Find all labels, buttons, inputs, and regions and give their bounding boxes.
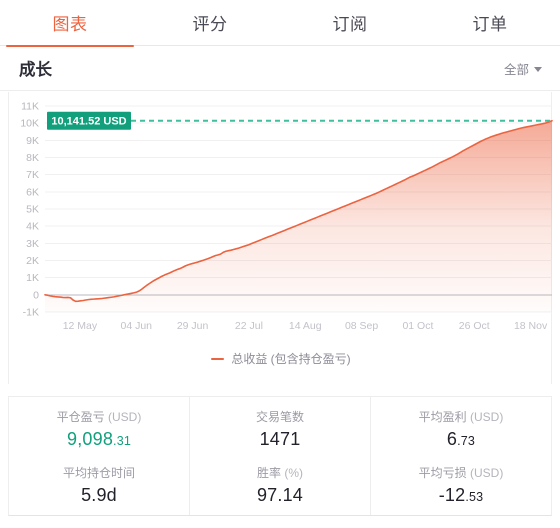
stat-closed-pnl-value: 9,098.31 [66, 428, 132, 449]
svg-text:08 Sep: 08 Sep [345, 320, 378, 332]
legend-label: 总收益 (包含持仓盈亏) [231, 352, 351, 366]
growth-chart-card: 11K 10K 9K 8K 7K 6K 5K 4K 3K 2K 1K 0 -1K 12 May 04 Jun… [8, 92, 553, 384]
stat-closed-pnl: 平仓盈亏 (USD) 9,098.31 [57, 408, 142, 452]
chevron-down-icon [534, 66, 542, 72]
stat-avg-loss-label: 平均亏损 (USD) [418, 466, 504, 480]
stat-avg-holding-time-value: 5.9d [81, 485, 117, 505]
stat-avg-holding-time: 平均持仓时间 5.9d [63, 464, 135, 508]
stat-win-rate: 胜率 (%) 97.14 [257, 464, 303, 508]
svg-text:10,141.52 USD: 10,141.52 USD [51, 116, 126, 128]
stat-avg-profit: 平均盈利 (USD) 6.73 [419, 408, 504, 452]
stat-trade-count-value: 1471 [259, 428, 301, 449]
stat-avg-loss: 平均亏损 (USD) -12.53 [419, 464, 504, 508]
svg-text:6K: 6K [26, 186, 39, 198]
svg-text:4K: 4K [26, 221, 39, 233]
period-filter-label: 全部 [503, 62, 529, 77]
svg-text:7K: 7K [26, 169, 39, 181]
stat-win-rate-label: 胜率 (%) [256, 466, 303, 480]
stat-trade-count: 交易笔数 1471 [256, 408, 304, 452]
svg-text:18 Nov: 18 Nov [514, 320, 548, 332]
tab-orders[interactable]: 订单 [420, 0, 560, 46]
tab-rating[interactable]: 评分 [140, 0, 280, 46]
svg-text:04 Jun: 04 Jun [120, 320, 152, 332]
stats-column-2: 交易笔数 1471 胜率 (%) 97.14 [189, 397, 370, 515]
svg-text:11K: 11K [21, 101, 39, 113]
growth-area-chart[interactable]: 11K 10K 9K 8K 7K 6K 5K 4K 3K 2K 1K 0 -1K 12 May 04 Jun… [9, 92, 553, 350]
stat-avg-profit-value: 6.73 [446, 428, 476, 449]
stat-avg-loss-value: -12.53 [438, 485, 484, 505]
svg-text:-1K: -1K [23, 307, 39, 319]
stats-column-1: 平仓盈亏 (USD) 9,098.31 平均持仓时间 5.9d [9, 397, 189, 515]
stat-closed-pnl-label: 平仓盈亏 (USD) [56, 409, 142, 424]
stat-avg-profit-label: 平均盈利 (USD) [418, 409, 504, 424]
svg-text:2K: 2K [26, 255, 39, 267]
tab-charts[interactable]: 图表 [0, 0, 140, 47]
growth-chart-panel: 图表 评分 订阅 订单 成长 全部 11K 10K 9K 8K 7K 6K 5K 4K 3K 2K… [0, 0, 560, 528]
statistics-panel: 平仓盈亏 (USD) 9,098.31 平均持仓时间 5.9d 交易笔数 147… [8, 396, 552, 516]
stat-avg-holding-time-label: 平均持仓时间 [62, 466, 135, 480]
tab-subscription[interactable]: 订阅 [280, 0, 420, 46]
svg-text:0: 0 [33, 289, 39, 301]
period-filter-dropdown[interactable]: 全部 [504, 59, 542, 78]
svg-text:26 Oct: 26 Oct [459, 320, 490, 332]
stat-win-rate-value: 97.14 [256, 485, 304, 505]
page-title: 成长 [19, 61, 52, 79]
tab-bar: 图表 评分 订阅 订单 [0, 0, 560, 47]
svg-text:10K: 10K [20, 118, 39, 130]
svg-text:1K: 1K [26, 272, 39, 284]
svg-text:22 Jul: 22 Jul [235, 320, 263, 332]
svg-text:9K: 9K [26, 135, 39, 147]
stats-column-3: 平均盈利 (USD) 6.73 平均亏损 (USD) -12.53 [370, 397, 551, 515]
stat-trade-count-label: 交易笔数 [255, 409, 304, 424]
tab-rating-label: 评分 [192, 15, 228, 34]
svg-text:14 Aug: 14 Aug [289, 320, 322, 332]
tab-orders-label: 订单 [472, 15, 508, 34]
section-header: 成长 全部 [0, 46, 560, 91]
tab-charts-label: 图表 [52, 15, 88, 34]
svg-text:01 Oct: 01 Oct [402, 320, 433, 332]
legend-color-swatch [211, 357, 225, 360]
tab-subscription-label: 订阅 [332, 15, 368, 34]
svg-text:12 May: 12 May [63, 320, 98, 332]
svg-text:29 Jun: 29 Jun [177, 320, 209, 332]
svg-text:3K: 3K [26, 238, 39, 250]
svg-text:5K: 5K [26, 204, 39, 216]
svg-text:8K: 8K [26, 152, 39, 164]
chart-legend: 总收益 (包含持仓盈亏) [9, 350, 553, 367]
